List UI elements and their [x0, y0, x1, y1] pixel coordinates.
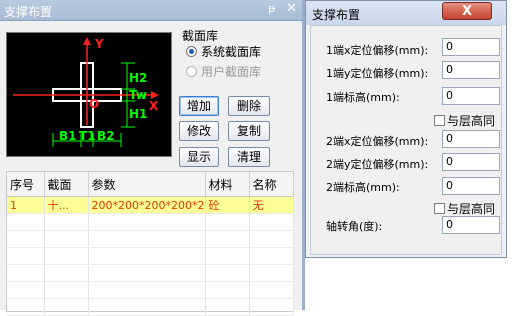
end2-elevation-input[interactable]: 0	[442, 177, 500, 195]
clear-button[interactable]: 清理	[228, 147, 270, 167]
section-preview: Y X O H2 Tw H1 B1 T1 B2	[6, 32, 172, 157]
h2-label: H2	[129, 71, 148, 85]
end2-same-as-floor-checkbox[interactable]: 与层高同	[434, 200, 495, 217]
delete-button[interactable]: 删除	[228, 96, 270, 116]
panel-title: 支撑布置	[4, 5, 53, 19]
y-axis-label: Y	[95, 37, 104, 51]
column-header-name[interactable]: 名称	[249, 172, 294, 197]
h1-label: H1	[129, 107, 148, 121]
table-header-row: 序号 截面 参数 材料 名称	[7, 172, 294, 197]
end2-y-offset-label: 2端y定位偏移(mm):	[326, 158, 429, 171]
column-header-material[interactable]: 材料	[205, 172, 250, 197]
rotation-angle-input[interactable]: 0	[442, 216, 500, 234]
dialog-title-bar[interactable]: 支撑布置 X	[306, 1, 506, 25]
column-header-params[interactable]: 参数	[88, 172, 206, 197]
cell-no: 1	[7, 196, 45, 214]
empty-row	[7, 264, 294, 282]
cell-section: 十...	[44, 196, 89, 214]
end1-elevation-label: 1端标高(mm):	[326, 91, 400, 104]
brace-layout-panel: 支撑布置 ᵽ ✕ Y X O H2 Tw H1 B1 T1 B2 截面库 系统截…	[0, 0, 302, 316]
dialog-close-button[interactable]: X	[442, 2, 492, 20]
end1-elevation-input[interactable]: 0	[442, 87, 500, 105]
b1-label: B1	[59, 129, 77, 143]
column-header-section[interactable]: 截面	[44, 172, 89, 197]
table-row[interactable]: 1 十... 200*200*200*200*2... 砼 无	[7, 196, 294, 214]
checkbox-unchecked-icon	[434, 115, 445, 126]
cell-name: 无	[249, 196, 294, 214]
end2-same-as-floor-label: 与层高同	[447, 202, 496, 216]
b2-label: B2	[97, 129, 115, 143]
rotation-angle-label: 轴转角(度):	[326, 220, 383, 233]
checkbox-unchecked-icon	[434, 203, 445, 214]
empty-row	[7, 281, 294, 299]
column-header-no[interactable]: 序号	[7, 172, 45, 197]
show-button[interactable]: 显示	[179, 147, 219, 167]
end1-y-offset-label: 1端y定位偏移(mm):	[326, 67, 429, 80]
pin-icon[interactable]: ᵽ	[268, 2, 275, 15]
copy-button[interactable]: 复制	[228, 121, 270, 141]
radio-user-library[interactable]: 用户截面库	[186, 63, 261, 80]
panel-title-bar[interactable]: 支撑布置 ᵽ ✕	[0, 0, 302, 21]
end2-elevation-label: 2端标高(mm):	[326, 181, 400, 194]
section-list-table[interactable]: 序号 截面 参数 材料 名称 1 十... 200*200*200*200*2.…	[6, 171, 294, 316]
end1-same-as-floor-checkbox[interactable]: 与层高同	[434, 112, 495, 129]
cell-material: 砼	[205, 196, 250, 214]
tw-label: Tw	[129, 88, 147, 102]
close-icon[interactable]: ✕	[286, 1, 297, 16]
section-library-label: 截面库	[182, 29, 219, 43]
end1-x-offset-label: 1端x定位偏移(mm):	[326, 44, 429, 57]
radio-unchecked-icon	[186, 66, 197, 77]
empty-row	[7, 230, 294, 248]
x-axis-arrow	[151, 91, 159, 99]
end1-y-offset-input[interactable]: 0	[442, 61, 500, 79]
end2-x-offset-label: 2端x定位偏移(mm):	[326, 135, 429, 148]
dialog-body: 1端x定位偏移(mm): 0 1端y定位偏移(mm): 0 1端标高(mm): …	[310, 25, 502, 255]
end2-x-offset-input[interactable]: 0	[442, 130, 500, 148]
end1-same-as-floor-label: 与层高同	[447, 114, 496, 128]
empty-row	[7, 213, 294, 231]
radio-system-library[interactable]: 系统截面库	[186, 43, 261, 60]
brace-layout-dialog: 支撑布置 X 1端x定位偏移(mm): 0 1端y定位偏移(mm): 0 1端标…	[305, 0, 507, 258]
cell-params: 200*200*200*200*2...	[88, 196, 206, 214]
t1-label: T1	[79, 129, 96, 143]
end2-y-offset-input[interactable]: 0	[442, 153, 500, 171]
add-button[interactable]: 增加	[179, 96, 219, 116]
radio-checked-icon	[186, 46, 197, 57]
origin-label: O	[89, 97, 100, 111]
y-axis-arrow	[83, 37, 91, 45]
radio-system-library-label: 系统截面库	[201, 45, 262, 59]
empty-row	[7, 298, 294, 316]
end1-x-offset-input[interactable]: 0	[442, 38, 500, 56]
modify-button[interactable]: 修改	[179, 121, 219, 141]
x-axis-label: X	[149, 99, 159, 113]
empty-row	[7, 247, 294, 265]
dialog-title: 支撑布置	[312, 8, 361, 22]
radio-user-library-label: 用户截面库	[201, 65, 262, 79]
